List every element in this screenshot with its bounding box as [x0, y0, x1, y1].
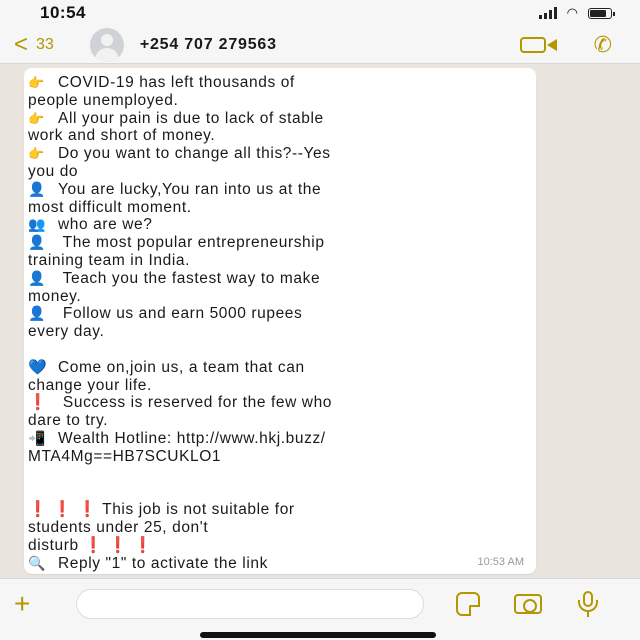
person-icon: 👤 — [28, 234, 47, 251]
message-line: 💙 Come on,join us, a team that can — [28, 359, 526, 377]
message-line-text: most difficult moment. — [28, 198, 192, 216]
mobile-phone-icon: 📲 — [28, 429, 47, 446]
message-line: you do — [28, 163, 526, 181]
status-bar: 10:54 ◠ — [0, 0, 640, 26]
message-line-text: This job is not suitable for — [97, 501, 295, 519]
camera-icon[interactable] — [514, 593, 542, 614]
message-line: 👤 Teach you the fastest way to make — [28, 270, 526, 288]
message-line: ❗ Success is reserved for the few who — [28, 394, 526, 412]
exclamation-icon: ❗ — [28, 394, 48, 412]
message-line-text: change your life. — [28, 376, 152, 394]
pointing-finger-icon: 👉 — [28, 146, 45, 162]
status-time: 10:54 — [40, 3, 86, 22]
message-line: 👉 Do you want to change all this?--Yes — [28, 145, 526, 163]
video-call-icon[interactable] — [519, 35, 560, 55]
unread-count: 33 — [36, 35, 54, 53]
status-icons: ◠ — [538, 5, 615, 21]
message-line: 👉 All your pain is due to lack of stable — [28, 110, 526, 128]
message-line-text: every day. — [28, 323, 105, 341]
message-line-text: dare to try. — [28, 412, 109, 430]
message-line: disturb ❗ ❗ ❗ — [28, 537, 526, 555]
message-line: 🔍 Reply "1" to activate the link — [28, 555, 526, 573]
person-icon: 👤 — [28, 180, 47, 197]
message-line: training team in India. — [28, 252, 526, 270]
back-button[interactable]: < 33 — [14, 30, 54, 58]
message-line-text: The most popular entrepreneurship — [58, 234, 325, 252]
avatar[interactable] — [89, 27, 124, 62]
person-icon: 👤 — [28, 305, 47, 322]
header-actions: ✆ — [519, 33, 626, 56]
message-line-text: disturb ❗ ❗ ❗ — [28, 536, 154, 554]
message-line-text: work and short of money. — [28, 127, 216, 145]
battery-level — [590, 9, 606, 17]
message-line: ❗ ❗ ❗ This job is not suitable for — [28, 501, 526, 519]
message-line: MTA4Mg==HB7SCUKLO1 — [28, 448, 526, 466]
message-line-text: training team in India. — [28, 251, 190, 269]
message-line-text: people unemployed. — [28, 91, 179, 109]
phone-call-icon[interactable]: ✆ — [594, 33, 612, 56]
message-line-text: Success is reserved for the few who — [58, 394, 333, 412]
message-line-text: students under 25, don't — [28, 518, 209, 536]
home-area — [0, 628, 640, 640]
magnifier-icon: 🔍 — [28, 554, 47, 571]
message-line: 👤 The most popular entrepreneurship — [28, 234, 526, 252]
input-bar: + — [0, 578, 640, 628]
contact-name[interactable]: +254 707 279563 — [140, 36, 520, 54]
people-icon: 👥 — [28, 216, 47, 233]
message-line-text: Teach you the fastest way to make — [58, 269, 321, 287]
message-line-text: COVID-19 has left thousands of — [58, 74, 295, 91]
message-line-text: Wealth Hotline: http://www.hkj.buzz/ — [58, 429, 326, 447]
message-line: money. — [28, 288, 526, 306]
blue-heart-icon: 💙 — [28, 358, 48, 376]
message-line: 👤 You are lucky,You ran into us at the — [28, 181, 526, 199]
message-line: change your life. — [28, 377, 526, 395]
message-line-text: Come on,join us, a team that can — [58, 358, 305, 376]
message-line-text: Reply "1" to activate the link — [58, 554, 268, 572]
plus-icon[interactable]: + — [14, 589, 48, 618]
wifi-icon: ◠ — [566, 5, 578, 20]
battery-icon — [588, 7, 615, 19]
message-line: 👥 who are we? — [28, 216, 526, 234]
sticker-icon[interactable] — [456, 591, 480, 616]
message-line: people unemployed. — [28, 92, 526, 110]
cellular-signal-icon — [538, 7, 557, 19]
chevron-left-icon: < — [14, 30, 29, 58]
message-line-text: Do you want to change all this?--Yes — [58, 145, 331, 163]
message-line-text: You are lucky,You ran into us at the — [58, 180, 322, 198]
message-line-text: who are we? — [58, 216, 153, 234]
message-line-text: All your pain is due to lack of stable — [58, 109, 324, 127]
chat-header: < 33 +254 707 279563 ✆ — [0, 26, 640, 64]
microphone-icon[interactable] — [576, 590, 600, 617]
input-actions — [456, 590, 600, 617]
message-line: most difficult moment. — [28, 199, 526, 217]
chat-area[interactable]: 👉 COVID-19 has left thousands of people un… — [0, 64, 640, 578]
exclamation-icon: ❗ ❗ ❗ — [28, 501, 98, 519]
message-line: 📲 Wealth Hotline: http://www.hkj.buzz/ — [28, 430, 526, 448]
home-indicator[interactable] — [200, 632, 436, 638]
message-line: dare to try. — [28, 412, 526, 430]
person-icon: 👤 — [28, 269, 47, 286]
message-line: every day. — [28, 323, 526, 341]
message-line-text: money. — [28, 287, 82, 305]
message-input[interactable] — [76, 588, 424, 619]
message-line-text: you do — [28, 162, 79, 180]
message-timestamp: 10:53 AM — [477, 556, 524, 568]
message-line-text: Follow us and earn 5000 rupees — [58, 305, 303, 323]
message-bubble[interactable]: 👉 COVID-19 has left thousands of people un… — [24, 68, 536, 574]
message-line-text: MTA4Mg==HB7SCUKLO1 — [28, 447, 222, 465]
pointing-finger-icon: 👉 — [28, 110, 45, 126]
message-line: 👉 COVID-19 has left thousands of — [28, 74, 526, 92]
message-line: work and short of money. — [28, 127, 526, 145]
message-line: 👤 Follow us and earn 5000 rupees — [28, 305, 526, 323]
message-line: students under 25, don't — [28, 519, 526, 537]
message-text: 👉 COVID-19 has left thousands of people un… — [28, 74, 526, 572]
pointing-finger-icon: 👉 — [28, 75, 45, 90]
